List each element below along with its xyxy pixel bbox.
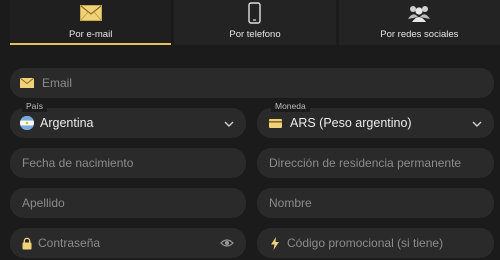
email-field[interactable]: Email [10,68,494,98]
tab-social[interactable]: Por redes sociales [338,0,500,45]
currency-value: ARS (Peso argentino) [290,116,412,130]
people-icon [407,2,431,24]
registration-method-tabs: Por e-mail Por telefono Por redes social… [10,0,500,45]
phone-icon [248,2,262,24]
tab-email-label: Por e-mail [69,29,113,40]
firstname-placeholder: Nombre [269,196,312,210]
argentina-flag-icon [20,116,34,130]
card-icon [269,118,282,128]
promo-code-placeholder: Código promocional (si tiene) [287,236,444,250]
address-placeholder: Dirección de residencia permanente [269,156,462,170]
envelope-icon [79,2,102,24]
country-value: Argentina [40,116,94,130]
lock-icon [22,237,32,250]
chevron-down-icon [472,114,482,132]
currency-select[interactable]: Moneda ARS (Peso argentino) [257,101,494,138]
birthdate-placeholder: Fecha de nacimiento [22,156,134,170]
country-select[interactable]: País Argentina [10,101,246,138]
promo-code-field[interactable]: Código promocional (si tiene) [257,228,494,258]
eye-icon[interactable] [220,238,234,248]
tab-social-label: Por redes sociales [380,29,459,40]
country-label: País [22,101,48,112]
tab-phone[interactable]: Por telefono [174,0,336,45]
chevron-down-icon [224,114,234,132]
tab-phone-label: Por telefono [229,29,281,40]
lightning-icon [271,236,279,250]
envelope-icon [20,78,34,88]
lastname-placeholder: Apellido [22,196,65,210]
birthdate-field[interactable]: Fecha de nacimiento [10,148,246,178]
tab-email[interactable]: Por e-mail [10,0,172,45]
password-placeholder: Contraseña [38,236,101,250]
address-field[interactable]: Dirección de residencia permanente [257,148,494,178]
password-field[interactable]: Contraseña [10,228,246,258]
email-placeholder: Email [42,76,73,90]
lastname-field[interactable]: Apellido [10,188,246,218]
currency-label: Moneda [271,101,310,112]
firstname-field[interactable]: Nombre [257,188,494,218]
